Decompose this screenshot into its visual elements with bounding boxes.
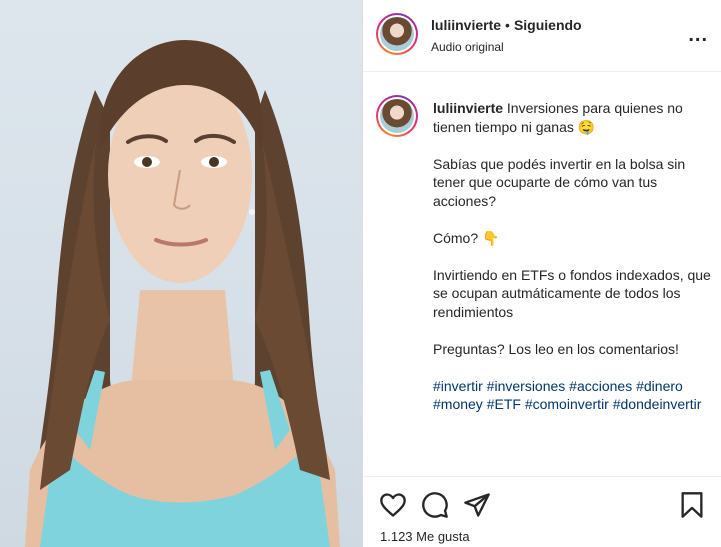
caption-paragraph: Cómo? 👇 bbox=[433, 229, 500, 246]
heart-icon[interactable] bbox=[379, 491, 407, 519]
caption-text: luliinvierte Inversiones para quienes no… bbox=[433, 99, 713, 432]
caption-section: luliinvierte Inversiones para quienes no… bbox=[363, 73, 721, 475]
send-icon[interactable] bbox=[463, 491, 491, 519]
caption-username[interactable]: luliinvierte bbox=[433, 100, 503, 116]
author-username[interactable]: luliinvierte bbox=[431, 17, 501, 33]
more-options-icon[interactable]: ... bbox=[688, 24, 708, 47]
action-bar: 1.123 Me gusta bbox=[363, 476, 721, 547]
post-viewer: luliinvierte • Siguiendo Audio original ..… bbox=[0, 0, 721, 547]
hashtags[interactable]: #invertir #inversiones #acciones #dinero… bbox=[433, 377, 713, 414]
comment-icon[interactable] bbox=[421, 491, 449, 519]
caption-avatar[interactable] bbox=[376, 95, 418, 137]
author-avatar[interactable] bbox=[376, 13, 418, 55]
post-panel: luliinvierte • Siguiendo Audio original ..… bbox=[362, 0, 721, 547]
following-button[interactable]: Siguiendo bbox=[514, 17, 582, 33]
bookmark-icon[interactable] bbox=[678, 491, 706, 519]
likes-count[interactable]: 1.123 Me gusta bbox=[380, 529, 470, 544]
separator-dot: • bbox=[505, 17, 510, 33]
caption-paragraph: Invirtiendo en ETFs o fondos indexados, … bbox=[433, 266, 711, 320]
video-frame-image bbox=[25, 40, 340, 547]
video-player[interactable] bbox=[0, 0, 362, 547]
post-header: luliinvierte • Siguiendo Audio original ..… bbox=[363, 0, 721, 72]
avatar-image bbox=[380, 99, 414, 133]
caption-paragraph: Preguntas? Los leo en los comentarios! bbox=[433, 340, 679, 357]
caption-paragraph: Sabías que podés invertir en la bolsa si… bbox=[433, 155, 686, 209]
avatar-image bbox=[380, 17, 414, 51]
audio-link[interactable]: Audio original bbox=[431, 40, 582, 54]
